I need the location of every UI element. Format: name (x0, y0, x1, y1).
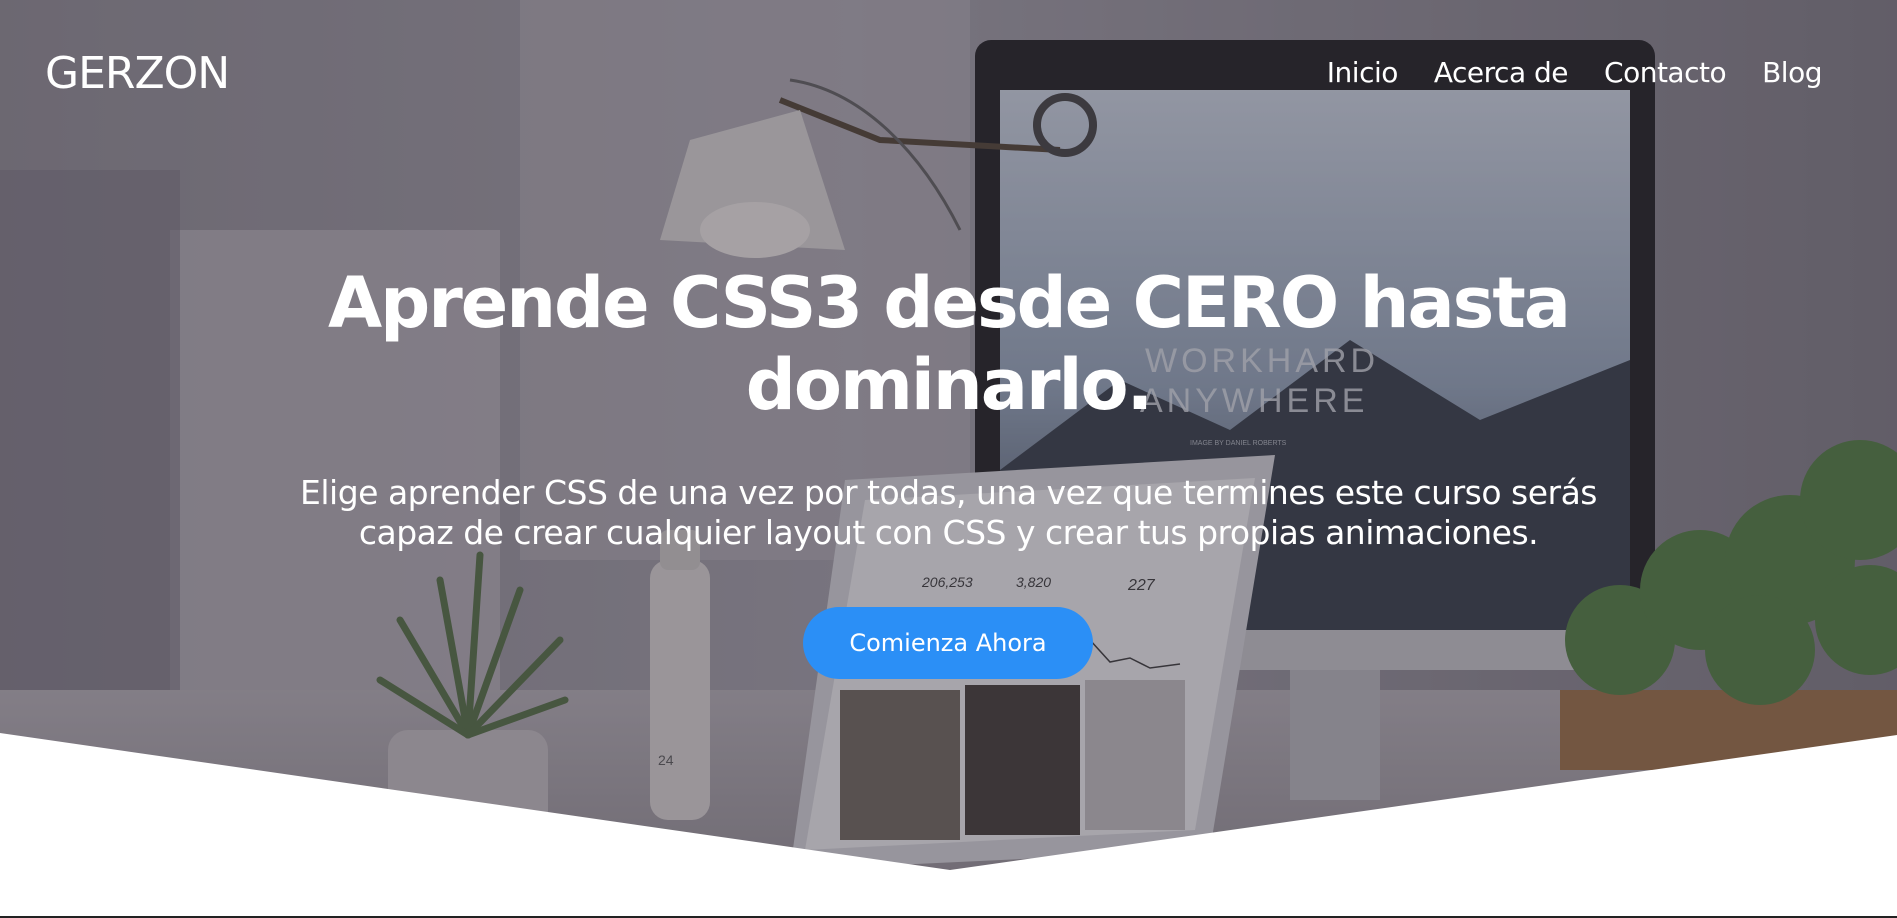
hero-title-line-1: Aprende CSS3 desde CERO hasta (327, 262, 1571, 344)
main-nav: Inicio Acerca de Contacto Blog (1327, 56, 1823, 89)
hero-subtitle: Elige aprender CSS de una vez por todas,… (200, 473, 1697, 553)
nav-link-acerca-de[interactable]: Acerca de (1434, 56, 1569, 89)
nav-link-contacto[interactable]: Contacto (1604, 56, 1727, 89)
hero-title-line-2: dominarlo. (745, 344, 1153, 426)
hero-section: WORKHARD ANYWHERE IMAGE BY DANIEL ROBERT… (0, 0, 1897, 918)
nav-link-blog[interactable]: Blog (1762, 56, 1822, 89)
comienza-ahora-button[interactable]: Comienza Ahora (803, 607, 1093, 679)
hero-subtitle-line-2: capaz de crear cualquier layout con CSS … (358, 513, 1539, 552)
hero-background-photo: WORKHARD ANYWHERE IMAGE BY DANIEL ROBERT… (0, 0, 1897, 918)
hero-subtitle-line-1: Elige aprender CSS de una vez por todas,… (300, 473, 1597, 512)
hero-title: Aprende CSS3 desde CERO hasta dominarlo. (250, 262, 1647, 426)
nav-link-inicio[interactable]: Inicio (1327, 56, 1399, 89)
brand-logo[interactable]: GERZON (45, 48, 230, 99)
